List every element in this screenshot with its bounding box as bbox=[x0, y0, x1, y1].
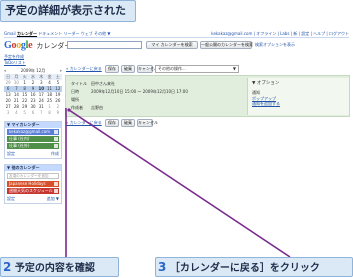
my-calendars-settings-link[interactable]: 設定 bbox=[7, 151, 15, 157]
field-row: 場所 bbox=[71, 96, 241, 104]
field-value[interactable]: 2009年12月10日 15:00 ～ 2009年12月10日 17:00 bbox=[91, 88, 188, 96]
event-detail-panel: タイトル 田中さん来社 日時 2009年12月10日 15:00 ～ 2009年… bbox=[65, 75, 350, 117]
calendar-settings-icon[interactable] bbox=[54, 130, 58, 134]
calendar-item-label: Japanese Holidays bbox=[9, 181, 46, 186]
discard-button-bottom[interactable]: 破棄 bbox=[121, 119, 135, 127]
calendar-item[interactable]: 仕事 (社外) bbox=[7, 143, 59, 149]
gbar-user-links[interactable]: kekakaz@gmail.com | オフライン | Labs | 新 | 設… bbox=[211, 31, 349, 37]
calendar-item[interactable]: kekakaz@gmail.com bbox=[7, 129, 59, 135]
other-calendars-title[interactable]: ▼ 他のカレンダー bbox=[5, 165, 61, 171]
field-value[interactable]: 田中さん来社 bbox=[91, 80, 115, 88]
chevron-down-icon: ▼ bbox=[232, 66, 236, 71]
google-bar: Gmail カレンダー ドキュメント リーダー ウェブ その他 ▼ kekaka… bbox=[4, 31, 349, 38]
mini-calendar: « 2009年 12月 » 日月火水木金土 29 30 1 2 3 4 5 6 7 8 9 10 11 12… bbox=[4, 68, 62, 116]
search-options-link[interactable]: 検索オプションを表示 bbox=[255, 42, 295, 48]
add-notification-link[interactable]: 通知を追加する bbox=[252, 101, 345, 106]
other-calendars-footer: 設定 追加 ▼ bbox=[5, 195, 61, 203]
tasks-link[interactable]: ToDoリスト bbox=[4, 60, 62, 66]
calendar-settings-icon[interactable] bbox=[54, 189, 58, 193]
gbar-link-gmail[interactable]: Gmail bbox=[4, 31, 16, 36]
my-calendars-create-link[interactable]: 作成 bbox=[51, 151, 59, 157]
gbar-link-docs[interactable]: ドキュメント bbox=[38, 31, 62, 36]
field-value: 吉野由 bbox=[91, 105, 103, 110]
mini-day-cell[interactable]: 3 bbox=[4, 110, 12, 116]
event-fields: タイトル 田中さん来社 日時 2009年12月10日 15:00 ～ 2009年… bbox=[71, 80, 241, 112]
mini-day-cell[interactable]: 6 bbox=[29, 110, 37, 116]
add-friend-calendar-input[interactable]: 友達のカレンダーを追加 bbox=[7, 173, 59, 179]
sidebar: 予定を作成 ToDoリスト « 2009年 12月 » 日月火水木金土 29 30 1… bbox=[4, 54, 62, 204]
field-row: タイトル 田中さん来社 bbox=[71, 80, 241, 88]
options-panel: ▼ オプション 通知 ポップアップ 通知を追加する bbox=[247, 78, 349, 115]
discard-button[interactable]: 破棄 bbox=[121, 65, 135, 73]
mini-day-cell[interactable]: 5 bbox=[21, 110, 29, 116]
gbar-links: Gmail カレンダー ドキュメント リーダー ウェブ その他 ▼ bbox=[4, 31, 110, 37]
calendar-item[interactable]: 週間天気のスケジュール bbox=[7, 188, 59, 194]
logo-letter: e bbox=[28, 40, 33, 51]
gbar-link-more[interactable]: その他 ▼ bbox=[94, 31, 110, 36]
search-public-calendars-button[interactable]: 一般公開のカレンダーを検索 bbox=[200, 41, 253, 49]
event-toolbar-bottom: « カレンダーに戻る 保存 破棄 キャンセル bbox=[65, 118, 350, 128]
cancel-button[interactable]: キャンセル bbox=[137, 65, 158, 73]
field-label: 場所 bbox=[71, 97, 79, 102]
step2-number: 2 bbox=[3, 260, 12, 274]
calendar-item[interactable]: 仕事 (社内) bbox=[7, 136, 59, 142]
event-toolbar-top: « カレンダーに戻る 保存 破棄 キャンセル その他の操作... ▼ bbox=[65, 64, 350, 74]
caption-step3: 3 ［カレンダーに戻る］をクリック bbox=[155, 257, 353, 277]
calendar-settings-icon[interactable] bbox=[54, 182, 58, 186]
field-label: 日時 bbox=[71, 89, 79, 94]
my-calendars-title[interactable]: ▼ マイカレンダー bbox=[5, 122, 61, 128]
step3-number: 3 bbox=[158, 260, 167, 274]
mini-calendar-grid: 日月火水木金土 29 30 1 2 3 4 5 6 7 8 9 10 11 12 13 14 15 16 17 18 19… bbox=[4, 74, 62, 116]
gbar-link-web[interactable]: ウェブ bbox=[81, 31, 93, 36]
field-label: 作成者 bbox=[71, 105, 83, 110]
search-my-calendars-button[interactable]: マイ カレンダーを検索 bbox=[146, 41, 198, 49]
mini-day-cell[interactable]: 4 bbox=[12, 110, 20, 116]
mini-day-cell[interactable]: 9 bbox=[54, 110, 62, 116]
other-calendars-settings-link[interactable]: 設定 bbox=[7, 196, 15, 202]
calendar-item[interactable]: Japanese Holidays bbox=[7, 181, 59, 187]
gbar-link-reader[interactable]: リーダー bbox=[64, 31, 80, 36]
save-button[interactable]: 保存 bbox=[105, 65, 119, 73]
mini-day-cell[interactable]: 7 bbox=[37, 110, 45, 116]
step3-text: ［カレンダーに戻る］をクリック bbox=[169, 263, 320, 274]
other-calendars-box: ▼ 他のカレンダー 友達のカレンダーを追加 Japanese Holidays … bbox=[4, 164, 62, 204]
my-calendars-footer: 設定 作成 bbox=[5, 150, 61, 158]
calendar-item-label: kekakaz@gmail.com bbox=[9, 129, 51, 134]
search-input[interactable] bbox=[67, 41, 142, 49]
event-detail-area: « カレンダーに戻る 保存 破棄 キャンセル その他の操作... ▼ タイトル … bbox=[65, 64, 350, 128]
calendar-settings-icon[interactable] bbox=[54, 144, 58, 148]
field-label: タイトル bbox=[71, 81, 87, 86]
google-logo: Google bbox=[4, 40, 34, 51]
calendar-item-label: 仕事 (社外) bbox=[9, 143, 30, 148]
save-button-bottom[interactable]: 保存 bbox=[105, 119, 119, 127]
mini-day-cell[interactable]: 8 bbox=[45, 110, 53, 116]
other-calendars-add-link[interactable]: 追加 ▼ bbox=[47, 196, 59, 202]
cancel-button-bottom[interactable]: キャンセル bbox=[137, 119, 158, 127]
calendar-settings-icon[interactable] bbox=[54, 137, 58, 141]
other-actions-label: その他の操作... bbox=[158, 66, 186, 71]
back-to-calendar-link-top[interactable]: « カレンダーに戻る bbox=[66, 66, 102, 72]
calendar-screenshot: Gmail カレンダー ドキュメント リーダー ウェブ その他 ▼ kekaka… bbox=[0, 27, 353, 255]
my-calendars-box: ▼ マイカレンダー kekakaz@gmail.com 仕事 (社内) 仕事 (… bbox=[4, 121, 62, 159]
caption-result: 予定の詳細が表示された bbox=[0, 0, 136, 22]
options-heading[interactable]: ▼ オプション bbox=[252, 80, 345, 87]
back-to-calendar-link-bottom[interactable]: « カレンダーに戻る bbox=[66, 120, 102, 126]
step2-text: 予定の内容を確認 bbox=[14, 263, 95, 274]
field-row: 作成者 吉野由 bbox=[71, 104, 241, 112]
caption-step2: 2 予定の内容を確認 bbox=[0, 257, 119, 277]
field-row: 日時 2009年12月10日 15:00 ～ 2009年12月10日 17:00 bbox=[71, 88, 241, 96]
google-calendar-logo[interactable]: Google カレンダー bbox=[4, 40, 71, 52]
calendar-item-label: 週間天気のスケジュール bbox=[9, 188, 53, 193]
other-actions-select[interactable]: その他の操作... ▼ bbox=[155, 65, 239, 73]
gbar-link-calendar[interactable]: カレンダー bbox=[17, 31, 37, 36]
calendar-item-label: 仕事 (社内) bbox=[9, 136, 30, 141]
